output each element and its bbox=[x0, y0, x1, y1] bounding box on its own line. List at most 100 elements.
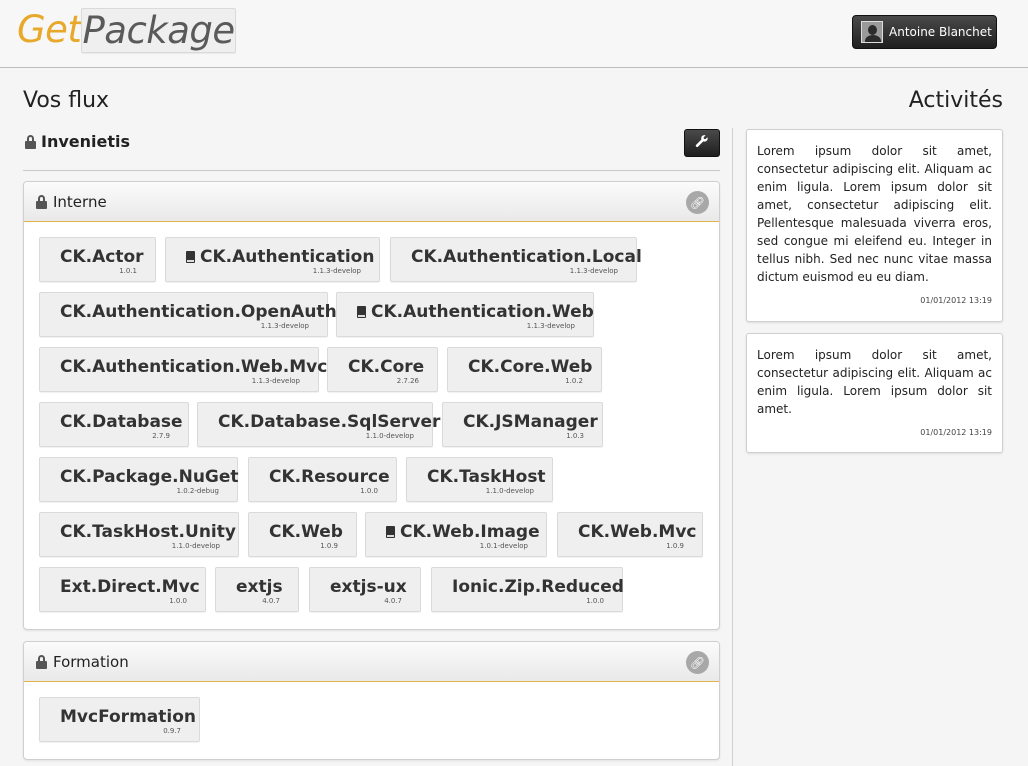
package-tile[interactable]: CK.Authentication 1.1.3-develop bbox=[165, 237, 380, 282]
panel-formation: Formation 🔗︎ MvcFormation 0.9.7 bbox=[23, 641, 720, 760]
package-name-label: CK.Authentication.Web.Mvc bbox=[60, 357, 328, 377]
lock-icon bbox=[25, 135, 36, 149]
package-name-label: CK.Package.NuGet bbox=[60, 467, 239, 487]
wrench-icon bbox=[695, 134, 709, 152]
package-version: 2.7.9 bbox=[152, 432, 170, 440]
package-tile[interactable]: CK.Database.SqlServer 1.1.0-develop bbox=[197, 402, 440, 447]
package-name: Ionic.Zip.Reduced bbox=[452, 577, 624, 597]
feeds-heading: Vos flux bbox=[23, 88, 110, 113]
activity-card: Lorem ipsum dolor sit amet, consectetur … bbox=[746, 333, 1003, 453]
package-tile[interactable]: extjs-ux 4.0.7 bbox=[309, 567, 421, 612]
package-name: CK.Authentication.Web.Mvc bbox=[60, 357, 327, 377]
feed-settings-button[interactable] bbox=[684, 129, 720, 157]
package-tile[interactable]: CK.Resource 1.0.0 bbox=[248, 457, 397, 502]
activity-text: Lorem ipsum dolor sit amet, consectetur … bbox=[757, 144, 992, 284]
package-name: CK.Resource bbox=[269, 467, 390, 487]
package-version: 1.0.0 bbox=[586, 597, 604, 605]
package-tile[interactable]: CK.Package.NuGet 1.0.2-debug bbox=[39, 457, 239, 502]
package-name: CK.Authentication bbox=[186, 247, 374, 267]
package-tile[interactable]: CK.Core 2.7.26 bbox=[327, 347, 438, 392]
package-tile[interactable]: CK.Core.Web 1.0.2 bbox=[447, 347, 602, 392]
package-name: CK.TaskHost bbox=[427, 467, 546, 487]
package-name-label: CK.TaskHost.Unity bbox=[60, 522, 236, 542]
package-name: CK.Database bbox=[60, 412, 183, 432]
package-version: 1.1.3-develop bbox=[312, 267, 361, 275]
package-version: 2.7.26 bbox=[396, 377, 419, 385]
package-name: extjs bbox=[236, 577, 283, 597]
package-tile[interactable]: CK.TaskHost 1.1.0-develop bbox=[406, 457, 553, 502]
package-version: 4.0.7 bbox=[262, 597, 280, 605]
package-version: 1.1.0-develop bbox=[485, 487, 534, 495]
package-version: 1.0.1 bbox=[119, 267, 137, 275]
package-tile[interactable]: CK.JSManager 1.0.3 bbox=[442, 402, 603, 447]
package-name: CK.Core bbox=[348, 357, 424, 377]
package-tile[interactable]: CK.Database 2.7.9 bbox=[39, 402, 189, 447]
package-name-label: Ionic.Zip.Reduced bbox=[452, 577, 624, 597]
activity-card: Lorem ipsum dolor sit amet, consectetur … bbox=[746, 129, 1003, 322]
link-icon[interactable]: 🔗︎ bbox=[686, 651, 709, 674]
package-tile[interactable]: CK.Authentication.Web.Mvc 1.1.3-develop bbox=[39, 347, 327, 392]
activity-date: 01/01/2012 13:19 bbox=[920, 428, 992, 437]
package-tile[interactable]: CK.Actor 1.0.1 bbox=[39, 237, 156, 282]
panel-header: Interne 🔗︎ bbox=[24, 182, 719, 222]
package-name: CK.Package.NuGet bbox=[60, 467, 239, 487]
package-name: CK.Core.Web bbox=[468, 357, 592, 377]
package-name: CK.Actor bbox=[60, 247, 144, 267]
package-tile[interactable]: MvcFormation 0.9.7 bbox=[39, 697, 200, 742]
package-name-label: CK.Web.Mvc bbox=[578, 522, 697, 542]
package-name-label: CK.Database.SqlServer bbox=[218, 412, 441, 432]
package-version: 1.0.9 bbox=[666, 542, 684, 550]
package-name: CK.Web.Mvc bbox=[578, 522, 697, 542]
package-name-label: CK.Actor bbox=[60, 247, 144, 267]
package-name-label: CK.JSManager bbox=[463, 412, 598, 432]
package-name: CK.Authentication.Web bbox=[357, 302, 594, 322]
panel-title: Interne bbox=[53, 192, 107, 211]
package-version: 1.1.3-develop bbox=[251, 377, 300, 385]
package-version: 0.9.7 bbox=[163, 727, 181, 735]
package-name: CK.Authentication.Local bbox=[411, 247, 642, 267]
column-divider bbox=[732, 128, 733, 766]
activity-date: 01/01/2012 13:19 bbox=[920, 296, 992, 305]
package-version: 1.0.2 bbox=[565, 377, 583, 385]
package-version: 1.0.2-debug bbox=[176, 487, 219, 495]
package-version: 1.1.0-develop bbox=[365, 432, 414, 440]
package-name-label: CK.Authentication bbox=[200, 247, 375, 267]
package-name: CK.JSManager bbox=[463, 412, 598, 432]
activities-heading: Activités bbox=[908, 88, 1003, 113]
book-icon bbox=[186, 251, 195, 263]
package-name-label: CK.Authentication.OpenAuth bbox=[60, 302, 337, 322]
feed-separator bbox=[23, 170, 720, 171]
panel-title: Formation bbox=[53, 652, 129, 671]
package-name-label: CK.Web.Image bbox=[400, 522, 540, 542]
package-name-label: CK.Core bbox=[348, 357, 425, 377]
package-tile[interactable]: CK.Web.Image 1.0.1-develop bbox=[365, 512, 547, 557]
package-version: 1.0.0 bbox=[360, 487, 378, 495]
package-tile[interactable]: CK.TaskHost.Unity 1.1.0-develop bbox=[39, 512, 239, 557]
book-icon bbox=[357, 306, 366, 318]
package-name-label: Ext.Direct.Mvc bbox=[60, 577, 200, 597]
package-name-label: CK.Core.Web bbox=[468, 357, 593, 377]
logo[interactable]: Get Package bbox=[17, 8, 236, 53]
package-name: CK.Web bbox=[269, 522, 343, 542]
package-tile[interactable]: extjs 4.0.7 bbox=[215, 567, 299, 612]
user-name: Antoine Blanchet bbox=[889, 25, 992, 39]
user-menu-button[interactable]: Antoine Blanchet bbox=[852, 15, 997, 49]
package-version: 1.0.1-develop bbox=[479, 542, 528, 550]
package-tile[interactable]: CK.Authentication.Local 1.1.3-develop bbox=[390, 237, 642, 282]
panel-interne: Interne 🔗︎ CK.Actor 1.0.1 CK.Authenticatio… bbox=[23, 181, 720, 630]
package-name-label: CK.Database bbox=[60, 412, 183, 432]
package-version: 1.1.3-develop bbox=[260, 322, 309, 330]
package-name: CK.Authentication.OpenAuth bbox=[60, 302, 337, 322]
feed-title: Invenietis bbox=[25, 132, 130, 151]
package-tile[interactable]: Ext.Direct.Mvc 1.0.0 bbox=[39, 567, 206, 612]
link-icon[interactable]: 🔗︎ bbox=[686, 191, 709, 214]
package-tile[interactable]: CK.Authentication.OpenAuth 1.1.3-develop bbox=[39, 292, 337, 337]
package-name: Ext.Direct.Mvc bbox=[60, 577, 200, 597]
package-name: CK.TaskHost.Unity bbox=[60, 522, 236, 542]
package-name: CK.Web.Image bbox=[386, 522, 540, 542]
package-tile[interactable]: Ionic.Zip.Reduced 1.0.0 bbox=[431, 567, 624, 612]
package-tile[interactable]: CK.Authentication.Web 1.1.3-develop bbox=[336, 292, 594, 337]
package-tile[interactable]: CK.Web 1.0.9 bbox=[248, 512, 357, 557]
book-icon bbox=[386, 526, 395, 538]
package-tile[interactable]: CK.Web.Mvc 1.0.9 bbox=[557, 512, 703, 557]
